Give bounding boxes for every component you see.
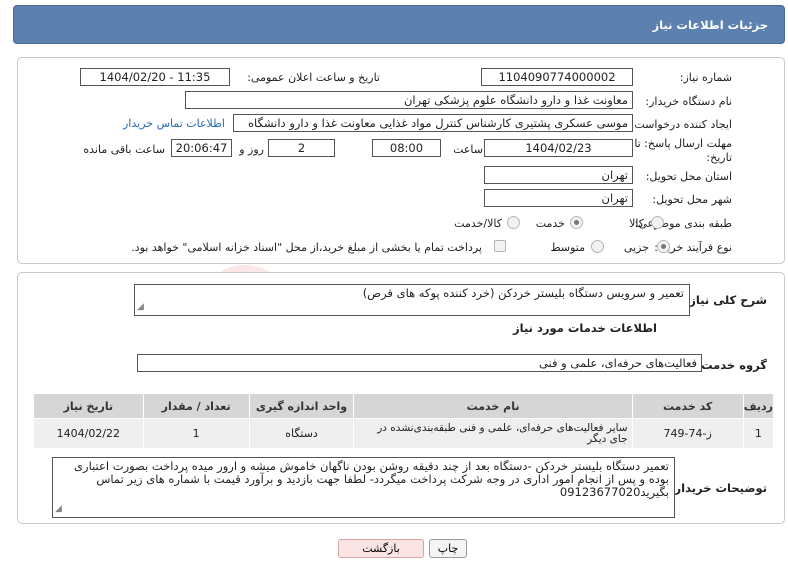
buyer-notes-text: تعمیر دستگاه بلیستر خردکن -دستگاه بعد از… — [74, 459, 669, 499]
announce-field: 1404/02/20 - 11:35 — [80, 68, 230, 86]
payment-note: پرداخت تمام یا بخشی از مبلغ خرید،از محل … — [131, 241, 482, 254]
creator-label: ایجاد کننده درخواست: — [630, 118, 732, 131]
purchase-minor-radio[interactable] — [657, 240, 670, 253]
category-service-label: خدمت — [535, 217, 565, 230]
city-label: شهر محل تحویل: — [652, 193, 732, 206]
deadline-time-field: 08:00 — [372, 139, 441, 157]
cell-service-name: سایر فعالیت‌های حرفه‌ای، علمی و فنی طبقه… — [353, 418, 633, 449]
category-goods-service-radio[interactable] — [507, 216, 520, 229]
col-name-header: نام خدمت — [353, 393, 633, 419]
summary-field: تعمیر و سرویس دستگاه بلیستر خردکن (خرد ک… — [134, 284, 690, 316]
resize-grip-icon[interactable]: ◢ — [55, 503, 62, 516]
city-field: تهران — [484, 189, 633, 207]
need-number-field: 1104090774000002 — [481, 68, 633, 86]
services-table: ردیف کد خدمت نام خدمت واحد اندازه گیری ت… — [33, 393, 775, 449]
resize-grip-icon[interactable]: ◢ — [137, 301, 144, 314]
need-number-label: شماره نیاز: — [679, 71, 732, 84]
service-group-field: فعالیت‌های حرفه‌ای، علمی و فنی — [137, 354, 702, 372]
remaining-time-field: 20:06:47 — [171, 139, 232, 157]
col-qty-header: تعداد / مقدار — [142, 393, 250, 419]
table-row: 1 ز-74-749 سایر فعالیت‌های حرفه‌ای، علمی… — [33, 418, 775, 449]
category-goods-label: کالا — [629, 217, 644, 230]
back-button[interactable]: بازگشت — [338, 539, 424, 558]
category-label: طبقه بندی موضوعی: — [634, 217, 732, 230]
buyer-org-field: معاونت غذا و دارو دانشگاه علوم پزشکی تهر… — [185, 91, 633, 109]
service-group-label: گروه خدمت: — [696, 358, 767, 372]
announce-label: تاریخ و ساعت اعلان عمومی: — [247, 71, 380, 84]
province-field: تهران — [484, 166, 633, 184]
cell-unit: دستگاه — [248, 418, 355, 449]
remaining-label: ساعت باقی مانده — [83, 143, 165, 156]
days-label: روز و — [239, 143, 264, 156]
cell-row-number: 1 — [742, 418, 775, 449]
province-label: استان محل تحویل: — [645, 170, 732, 183]
page-title: جزئیات اطلاعات نیاز — [652, 18, 768, 32]
col-date-header: تاریخ نیاز — [33, 393, 144, 419]
col-row-header: ردیف — [742, 393, 775, 419]
category-goods-service-label: کالا/خدمت — [454, 217, 502, 230]
buyer-notes-field: تعمیر دستگاه بلیستر خردکن -دستگاه بعد از… — [52, 457, 675, 518]
page-header: جزئیات اطلاعات نیاز — [13, 5, 785, 44]
deadline-label: مهلت ارسال پاسخ: تا تاریخ: — [634, 137, 732, 164]
buyer-contact-link[interactable]: اطلاعات تماس خریدار — [123, 117, 225, 130]
cell-need-date: 1404/02/22 — [33, 418, 144, 449]
purchase-minor-label: جزیی — [623, 241, 649, 254]
services-heading: اطلاعات خدمات مورد نیاز — [513, 321, 657, 335]
summary-label: شرح کلی نیاز: — [684, 293, 767, 307]
category-goods-radio[interactable] — [651, 216, 664, 229]
purchase-medium-label: متوسط — [550, 241, 585, 254]
buyer-org-label: نام دستگاه خریدار: — [645, 95, 732, 108]
cell-quantity: 1 — [142, 418, 250, 449]
cell-service-code: ز-74-749 — [631, 418, 744, 449]
col-unit-header: واحد اندازه گیری — [248, 393, 355, 419]
print-button[interactable]: چاپ — [429, 539, 467, 558]
days-field: 2 — [268, 139, 335, 157]
summary-text: تعمیر و سرویس دستگاه بلیستر خردکن (خرد ک… — [362, 286, 684, 300]
category-service-radio[interactable] — [570, 216, 583, 229]
creator-field: موسی عسکری پشتیری کارشناس کنترل مواد غذا… — [233, 114, 633, 132]
deadline-date-field: 1404/02/23 — [484, 139, 633, 157]
treasury-payment-checkbox[interactable] — [494, 240, 506, 252]
time-label: ساعت — [453, 143, 483, 156]
buyer-notes-label: توضیحات خریدار: — [669, 481, 767, 495]
col-code-header: کد خدمت — [631, 393, 744, 419]
purchase-medium-radio[interactable] — [591, 240, 604, 253]
